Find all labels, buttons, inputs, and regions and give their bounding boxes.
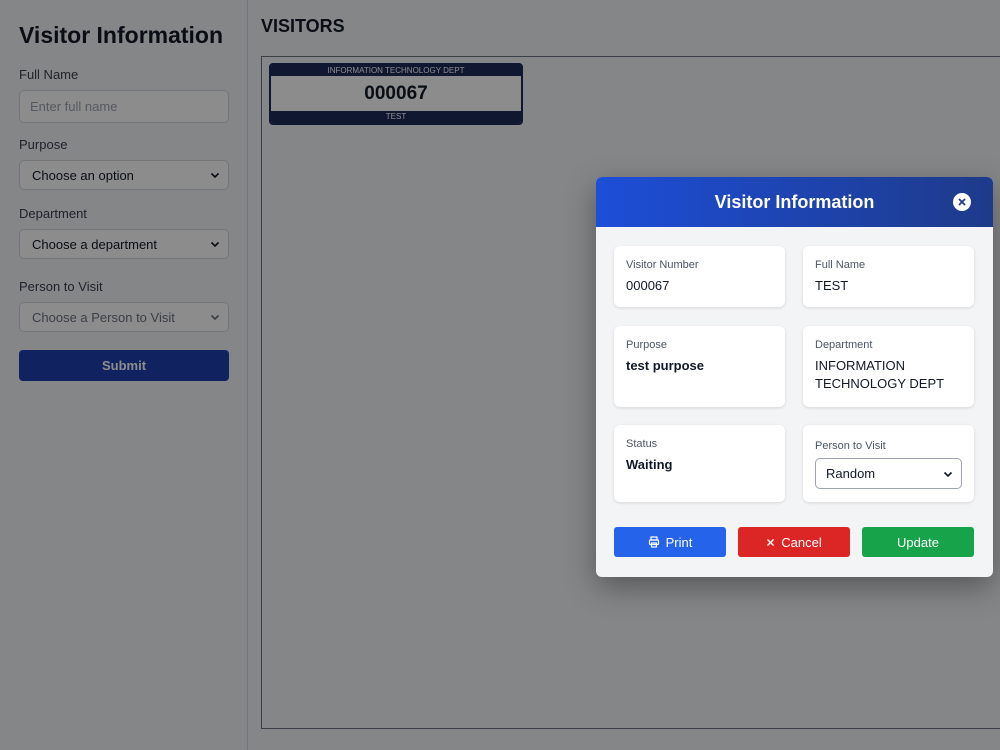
cancel-button-label: Cancel	[781, 534, 822, 550]
visitor-number-card: Visitor Number 000067	[614, 246, 785, 307]
status-card: Status Waiting	[614, 425, 785, 502]
modal-header: Visitor Information	[596, 177, 993, 227]
visitor-number-label: Visitor Number	[626, 259, 699, 271]
cancel-button[interactable]: Cancel	[738, 527, 850, 557]
purpose-card-value: test purpose	[626, 358, 705, 373]
person-to-visit-card-label: Person to Visit	[815, 440, 886, 452]
department-card-value-line1: INFORMATION	[815, 358, 906, 373]
print-button[interactable]: Print	[614, 527, 726, 557]
visitor-number-value: 000067	[626, 278, 670, 293]
full-name-card: Full Name TEST	[803, 246, 974, 307]
purpose-card: Purpose test purpose	[614, 326, 785, 407]
print-button-label: Print	[665, 534, 693, 550]
person-to-visit-modal-value: Random	[826, 466, 876, 481]
purpose-card-label: Purpose	[626, 339, 667, 351]
status-card-label: Status	[626, 438, 658, 450]
visitor-info-modal: Visitor Information Visitor Number 00006…	[596, 177, 993, 577]
department-card-value-line2: TECHNOLOGY DEPT	[815, 376, 945, 391]
department-card-label: Department	[815, 339, 873, 351]
department-card: Department INFORMATION TECHNOLOGY DEPT	[803, 326, 974, 407]
status-card-value: Waiting	[626, 457, 673, 472]
close-button[interactable]	[953, 193, 971, 211]
person-to-visit-modal-select[interactable]: Random	[815, 458, 962, 489]
close-icon	[958, 198, 966, 206]
printer-icon	[648, 536, 659, 548]
update-button[interactable]: Update	[862, 527, 974, 557]
full-name-card-value: TEST	[815, 278, 849, 293]
modal-title: Visitor Information	[714, 191, 875, 212]
full-name-card-label: Full Name	[815, 259, 866, 271]
chevron-down-icon	[943, 471, 953, 477]
close-icon	[767, 538, 775, 546]
person-to-visit-card: Person to Visit Random	[803, 425, 974, 502]
